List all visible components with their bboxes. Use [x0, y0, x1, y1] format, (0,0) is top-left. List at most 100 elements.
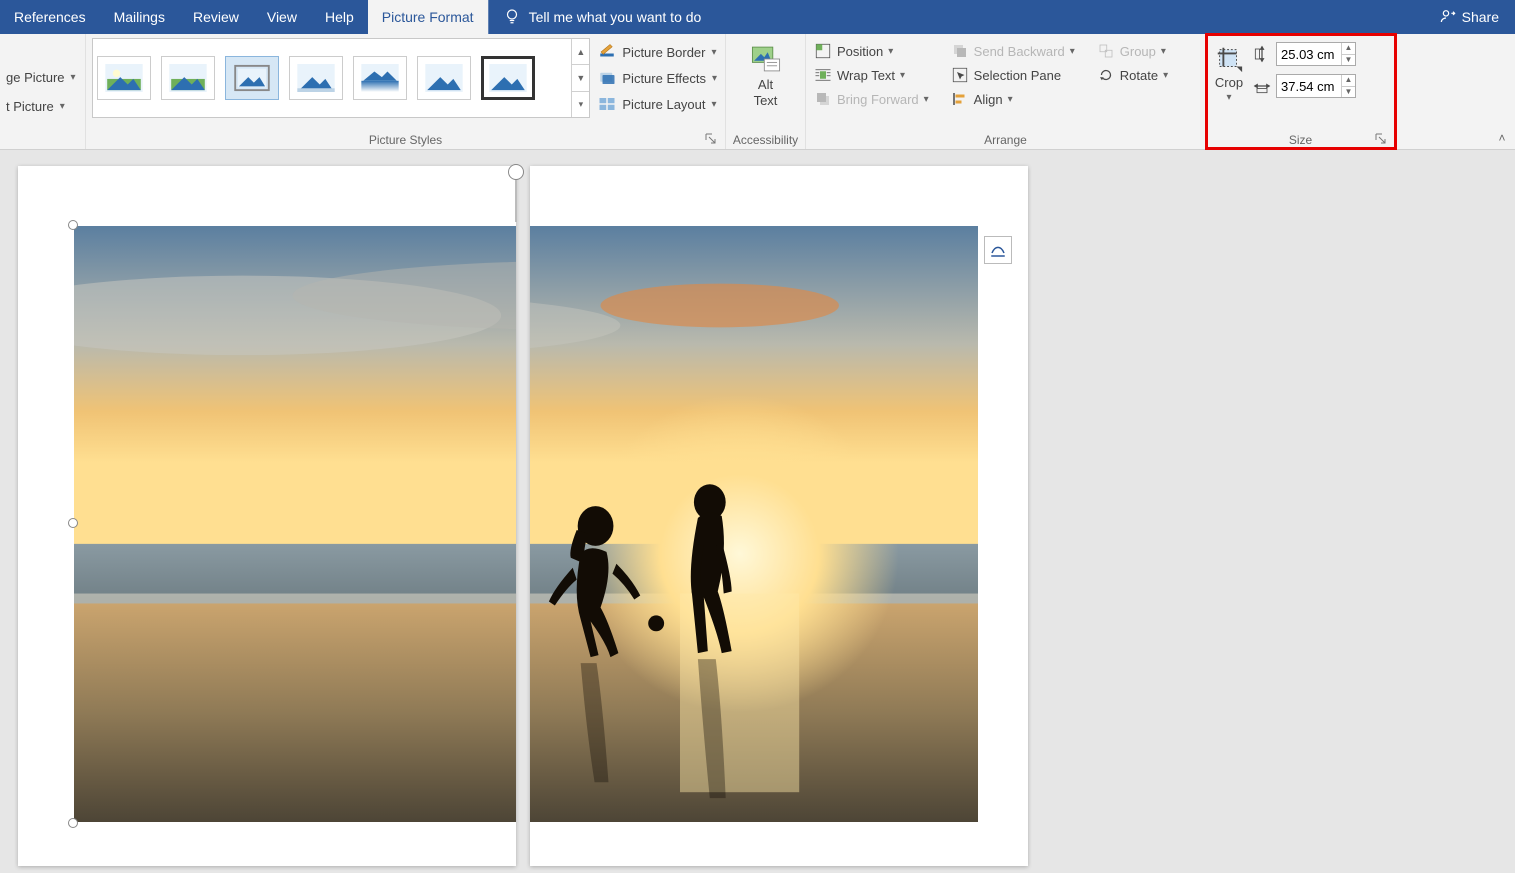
tab-mailings[interactable]: Mailings	[100, 0, 179, 34]
group-picture-styles: ▲ ▼ ▾ Picture Border ▾ Picture Effects ▾	[86, 34, 726, 149]
picture-styles-group-text: Picture Styles	[369, 133, 442, 147]
lightbulb-icon	[503, 7, 521, 28]
collapse-ribbon-button[interactable]: ˄	[1493, 129, 1511, 147]
chevron-down-icon: ▾	[900, 70, 905, 81]
tell-me-label: Tell me what you want to do	[529, 9, 702, 25]
picture-layout-label: Picture Layout	[622, 97, 705, 112]
document-canvas[interactable]	[0, 150, 1515, 873]
height-up[interactable]: ▲	[1342, 43, 1355, 55]
wrap-text-button[interactable]: Wrap Text ▾	[812, 64, 931, 86]
style-thumb-2[interactable]	[161, 56, 215, 100]
size-dialog-launcher[interactable]	[1375, 133, 1387, 145]
gallery-down-button[interactable]: ▼	[572, 65, 589, 91]
width-up[interactable]: ▲	[1342, 75, 1355, 87]
chevron-down-icon: ▾	[1163, 70, 1168, 81]
group-label-adjust	[6, 145, 79, 147]
align-button[interactable]: Align ▾	[949, 88, 1077, 110]
picture-styles-gallery[interactable]: ▲ ▼ ▾	[92, 38, 590, 118]
height-down[interactable]: ▼	[1342, 55, 1355, 66]
height-input[interactable]: ▲▼	[1276, 42, 1356, 66]
tab-view[interactable]: View	[253, 0, 311, 34]
style-thumb-3[interactable]	[225, 56, 279, 100]
picture-border-label: Picture Border	[622, 45, 705, 60]
rotate-button[interactable]: Rotate ▾	[1095, 64, 1170, 86]
alt-text-button[interactable]: Alt Text	[739, 38, 793, 113]
layout-options-icon	[989, 241, 1007, 259]
picture-effects-label: Picture Effects	[622, 71, 706, 86]
send-backward-icon	[951, 42, 969, 60]
page-2	[530, 166, 1028, 866]
crop-label: Crop	[1215, 76, 1243, 90]
inserted-picture-right[interactable]	[530, 226, 978, 822]
picture-layout-button[interactable]: Picture Layout ▾	[596, 92, 719, 116]
wrap-text-label: Wrap Text	[837, 68, 895, 83]
share-button[interactable]: Share	[1424, 0, 1515, 34]
tab-help[interactable]: Help	[311, 0, 368, 34]
reset-picture-button[interactable]: t Picture ▾	[6, 95, 65, 118]
width-field[interactable]	[1277, 75, 1341, 97]
rotate-handle[interactable]	[508, 164, 524, 180]
gallery-more-button[interactable]: ▾	[572, 92, 589, 117]
chevron-down-icon: ▾	[1070, 46, 1075, 57]
group-button[interactable]: Group▾	[1095, 40, 1170, 62]
send-backward-label: Send Backward	[974, 44, 1065, 59]
tab-review[interactable]: Review	[179, 0, 253, 34]
align-label: Align	[974, 92, 1003, 107]
height-row: ▲▼	[1252, 42, 1356, 66]
change-picture-label: ge Picture	[6, 70, 65, 85]
chevron-down-icon: ▾	[71, 72, 76, 83]
position-button[interactable]: Position▾	[812, 40, 931, 62]
crop-button[interactable]: Crop ▾	[1212, 40, 1246, 107]
width-input[interactable]: ▲▼	[1276, 74, 1356, 98]
style-thumb-4[interactable]	[289, 56, 343, 100]
send-backward-button[interactable]: Send Backward ▾	[949, 40, 1077, 62]
effects-icon	[598, 69, 616, 87]
tab-picture-format[interactable]: Picture Format	[368, 0, 488, 34]
width-row: ▲▼	[1252, 74, 1356, 98]
tab-references[interactable]: References	[0, 0, 100, 34]
width-down[interactable]: ▼	[1342, 87, 1355, 98]
chevron-down-icon: ▾	[60, 101, 65, 112]
crop-icon	[1214, 44, 1244, 74]
style-thumb-1[interactable]	[97, 56, 151, 100]
selection-pane-label: Selection Pane	[974, 68, 1061, 83]
tabs-spacer	[715, 0, 1423, 34]
chevron-down-icon: ▾	[888, 46, 893, 57]
picture-border-button[interactable]: Picture Border ▾	[596, 40, 719, 64]
wrap-text-icon	[814, 66, 832, 84]
layout-icon	[598, 95, 616, 113]
chevron-down-icon: ▾	[924, 94, 929, 105]
width-icon	[1252, 76, 1272, 96]
inserted-picture-left[interactable]	[74, 226, 516, 822]
rotate-label: Rotate	[1120, 68, 1158, 83]
alt-text-label-2: Text	[754, 94, 778, 108]
change-picture-button[interactable]: ge Picture ▾	[6, 66, 76, 89]
chevron-down-icon: ▾	[712, 99, 717, 110]
bring-forward-button[interactable]: Bring Forward▾	[812, 88, 931, 110]
chevron-down-icon: ▾	[1161, 46, 1166, 57]
gallery-up-button[interactable]: ▲	[572, 39, 589, 65]
alt-text-icon	[749, 42, 783, 76]
style-thumb-7[interactable]	[481, 56, 535, 100]
group-label-picture-styles: Picture Styles	[92, 131, 719, 147]
layout-options-button[interactable]	[984, 236, 1012, 264]
height-field[interactable]	[1277, 43, 1341, 65]
tell-me-search[interactable]: Tell me what you want to do	[488, 0, 716, 34]
group-label-accessibility: Accessibility	[732, 131, 799, 147]
selection-handle[interactable]	[68, 220, 78, 230]
group-accessibility: Alt Text Accessibility	[726, 34, 806, 149]
chevron-down-icon: ▾	[1008, 94, 1013, 105]
style-thumb-5[interactable]	[353, 56, 407, 100]
style-thumb-6[interactable]	[417, 56, 471, 100]
picture-styles-dialog-launcher[interactable]	[705, 133, 717, 145]
selection-pane-icon	[951, 66, 969, 84]
alt-text-label-1: Alt	[758, 78, 773, 92]
size-group-text: Size	[1289, 133, 1312, 147]
picture-effects-button[interactable]: Picture Effects ▾	[596, 66, 719, 90]
share-label: Share	[1462, 9, 1499, 25]
selection-pane-button[interactable]: Selection Pane	[949, 64, 1077, 86]
rotate-icon	[1097, 66, 1115, 84]
group-label-size: Size	[1212, 131, 1389, 147]
selection-handle[interactable]	[68, 818, 78, 828]
selection-handle[interactable]	[68, 518, 78, 528]
